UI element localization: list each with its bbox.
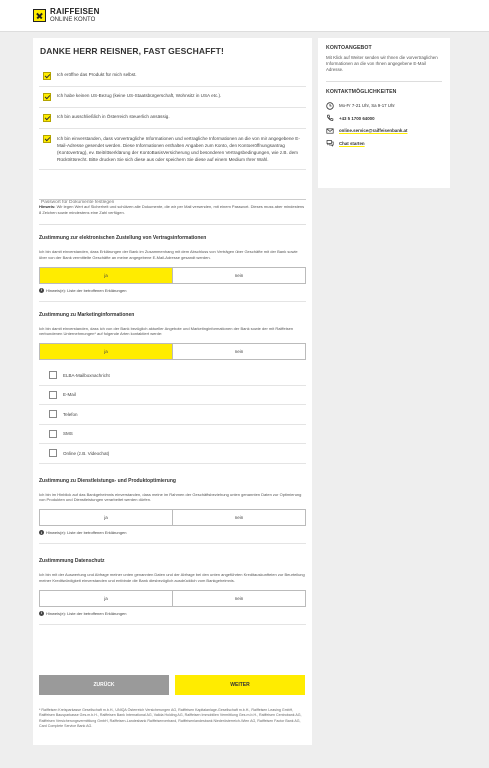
checkbox-label: Ich bin einverstanden, dass vorvertragli…: [57, 136, 300, 162]
mail-icon: [326, 127, 334, 135]
channel-phone[interactable]: Telefon: [39, 405, 306, 425]
hint-link[interactable]: i Hinweis(e): Liste der betroffenen Erklä…: [39, 530, 306, 545]
checkbox-label: Ich bin ausschließlich in Österreich ste…: [57, 114, 170, 119]
info-icon: i: [39, 610, 44, 616]
hint-label: Hinweis(e): Liste der betroffenen Erklär…: [46, 610, 127, 616]
toggle-no[interactable]: nein: [172, 267, 305, 283]
section-marketing: Zustimmung zu Marketinginformationen Ich…: [39, 312, 306, 464]
section-electronic-delivery: Zustimmung zur elektronischen Zustellung…: [39, 235, 306, 302]
contact-phone[interactable]: +43 5 1700 64000: [326, 114, 442, 122]
contact-email[interactable]: online.service@raiffeisenbank.at: [326, 127, 442, 135]
yes-no-toggle: ja nein: [39, 343, 306, 361]
clock-icon: [326, 101, 334, 110]
offer-title: KONTOANGEBOT: [326, 45, 372, 51]
channel-label: E-Mail: [63, 392, 76, 398]
checkbox[interactable]: [49, 449, 57, 458]
logo-subtitle: ONLINE KONTO: [50, 16, 96, 23]
section-product-optimization: Zustimmung zu Dienstleistungs- und Produ…: [39, 478, 306, 545]
channel-label: SMS: [63, 431, 73, 437]
info-icon: i: [39, 530, 44, 536]
hint-label: Hinweis(e): Liste der betroffenen Erklär…: [46, 530, 127, 536]
checkbox-label: Ich habe keinen US-Bezug (keine US-Staat…: [57, 93, 222, 98]
channel-label: Telefon: [63, 411, 78, 417]
hint-link[interactable]: i Hinweis(e): Liste der betroffenen Erklä…: [39, 287, 306, 302]
email-link[interactable]: online.service@raiffeisenbank.at: [339, 128, 407, 133]
toggle-yes[interactable]: ja: [40, 344, 172, 360]
checkbox[interactable]: [49, 390, 57, 399]
logo-name: RAIFFEISEN: [50, 6, 100, 16]
section-text: Ich bin mit der Auswertung und Abfrage m…: [39, 572, 305, 584]
checkbox-checked[interactable]: [43, 72, 51, 80]
hours-text: Mo-Fr 7-21 Uhr, Sa 9-17 Uhr: [339, 103, 395, 109]
toggle-yes[interactable]: ja: [40, 267, 172, 283]
phone-link[interactable]: +43 5 1700 64000: [339, 116, 375, 121]
section-title: Zustimmung zu Dienstleistungs- und Produ…: [39, 477, 176, 484]
channel-email[interactable]: E-Mail: [39, 386, 306, 406]
hint-link[interactable]: i Hinweis(e): Liste der betroffenen Erklä…: [39, 610, 306, 625]
channel-label: ELBA-Mailboxnachricht: [63, 372, 110, 378]
section-title: Zustimmung zur elektronischen Zustellung…: [39, 235, 207, 241]
divider: [326, 80, 442, 82]
channel-online[interactable]: Online (z.B. Videochat): [39, 444, 306, 464]
back-button[interactable]: ZURÜCK: [39, 675, 169, 695]
section-text: Ich bin damit einverstanden, dass Erklär…: [39, 249, 298, 260]
footnote: * Raiffeisen Kreisparkasse Gesellschaft …: [39, 708, 302, 729]
yes-no-toggle: ja nein: [39, 509, 306, 527]
toggle-yes[interactable]: ja: [40, 510, 172, 526]
note-text: Wir legen Wert auf Sicherheit und schütz…: [39, 204, 305, 215]
marketing-channel-list: ELBA-Mailboxnachricht E-Mail Telefon SMS…: [39, 366, 306, 464]
hint-label: Hinweis(e): Liste der betroffenen Erklär…: [46, 287, 127, 293]
section-title: Zustimmung zu Marketinginformationen: [39, 311, 135, 318]
note-label: Hinweis:: [39, 204, 56, 209]
confirm-row-email-info[interactable]: Ich bin einverstanden, dass vorvertragli…: [39, 129, 306, 170]
channel-sms[interactable]: SMS: [39, 425, 306, 445]
checkbox-checked[interactable]: [43, 135, 51, 143]
section-data-protection: Zustimmmung Datenschutz Ich bin mit der …: [39, 558, 306, 625]
section-text: Ich bin im Hinblick auf das Bankgeheimni…: [39, 491, 302, 503]
logo: RAIFFEISEN ONLINE KONTO: [50, 6, 100, 24]
contact-title: KONTAKTMÖGLICHKEITEN: [326, 88, 397, 95]
yes-no-toggle: ja nein: [39, 266, 306, 284]
checkbox-label: Ich eröffne das Produkt für mich selbst.: [57, 72, 137, 77]
password-field-wrapper: [39, 186, 306, 205]
toggle-no[interactable]: nein: [172, 344, 305, 360]
toggle-no[interactable]: nein: [172, 510, 305, 526]
confirm-row-no-us[interactable]: Ich habe keinen US-Bezug (keine US-Staat…: [39, 87, 306, 108]
phone-icon: [326, 114, 334, 122]
navigation-buttons: ZURÜCK WEITER: [39, 675, 305, 695]
confirm-row-own-product[interactable]: Ich eröffne das Produkt für mich selbst.: [39, 66, 306, 87]
sidebar: KONTOANGEBOT Mit Klick auf Weiter senden…: [318, 38, 450, 188]
confirmation-checklist: Ich eröffne das Produkt für mich selbst.…: [39, 66, 306, 170]
section-text: Ich bin damit einverstanden, dass ich vo…: [39, 325, 294, 337]
raiffeisen-logo-icon: [33, 9, 46, 22]
toggle-yes[interactable]: ja: [40, 590, 172, 606]
next-button[interactable]: WEITER: [175, 675, 305, 695]
offer-text: Mit Klick auf Weiter senden wir Ihnen di…: [326, 55, 438, 73]
password-note: Hinweis: Wir legen Wert auf Sicherheit u…: [39, 204, 306, 225]
confirm-row-tax-austria[interactable]: Ich bin ausschließlich in Österreich ste…: [39, 108, 306, 129]
yes-no-toggle: ja nein: [39, 589, 306, 607]
main-panel: DANKE HERR REISNER, FAST GESCHAFFT! Ich …: [33, 38, 312, 745]
chat-link[interactable]: Chat starten: [339, 141, 365, 146]
header: RAIFFEISEN ONLINE KONTO: [0, 0, 489, 32]
checkbox[interactable]: [49, 371, 57, 380]
checkbox-checked[interactable]: [43, 114, 51, 122]
toggle-no[interactable]: nein: [172, 590, 305, 606]
contact-chat[interactable]: Chat starten: [326, 139, 442, 147]
info-icon: i: [39, 287, 44, 293]
channel-label: Online (z.B. Videochat): [63, 450, 110, 456]
checkbox[interactable]: [49, 429, 57, 438]
contact-hours: Mo-Fr 7-21 Uhr, Sa 9-17 Uhr: [326, 101, 442, 110]
channel-elba[interactable]: ELBA-Mailboxnachricht: [39, 366, 306, 386]
checkbox[interactable]: [49, 410, 57, 419]
section-title: Zustimmmung Datenschutz: [39, 558, 105, 565]
page-title: DANKE HERR REISNER, FAST GESCHAFFT!: [40, 46, 224, 56]
checkbox-checked[interactable]: [43, 93, 51, 101]
chat-icon: [326, 139, 334, 147]
